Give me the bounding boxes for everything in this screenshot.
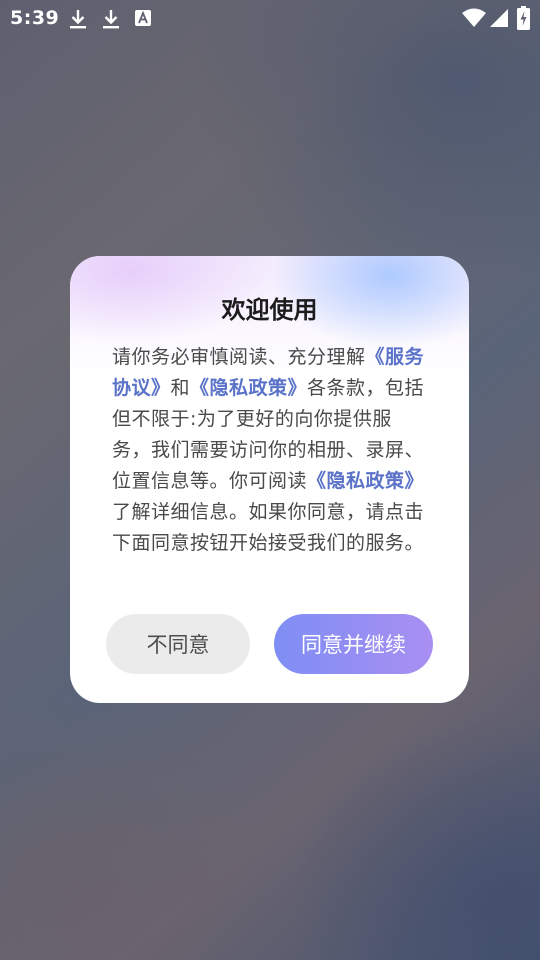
battery-charging-icon [517, 6, 530, 30]
body-text: 了解详细信息。如果你同意，请点击下面同意按钮开始接受我们的服务。 [112, 501, 425, 554]
privacy-policy-link[interactable]: 《隐私政策》 [190, 377, 307, 399]
dialog-body-text: 请你务必审慎阅读、充分理解《服务协议》和《隐私政策》各条款，包括但不限于:为了更… [112, 342, 430, 559]
status-time: 5:39 [10, 7, 60, 29]
agree-continue-button[interactable]: 同意并继续 [274, 614, 433, 674]
status-bar: 5:39 [0, 0, 540, 36]
download-icon [103, 10, 119, 29]
signal-icon [490, 9, 508, 27]
wifi-icon [462, 8, 486, 27]
dialog-title: 欢迎使用 [221, 296, 318, 324]
text-a-icon [135, 10, 151, 26]
body-text: 和 [170, 377, 191, 399]
body-text: 请你务必审慎阅读、充分理解 [112, 346, 366, 368]
privacy-dialog: 欢迎使用 请你务必审慎阅读、充分理解《服务协议》和《隐私政策》各条款，包括但不限… [70, 256, 469, 703]
privacy-policy-link-2[interactable]: 《隐私政策》 [307, 470, 424, 492]
download-icon [70, 10, 86, 29]
disagree-button[interactable]: 不同意 [106, 614, 250, 674]
